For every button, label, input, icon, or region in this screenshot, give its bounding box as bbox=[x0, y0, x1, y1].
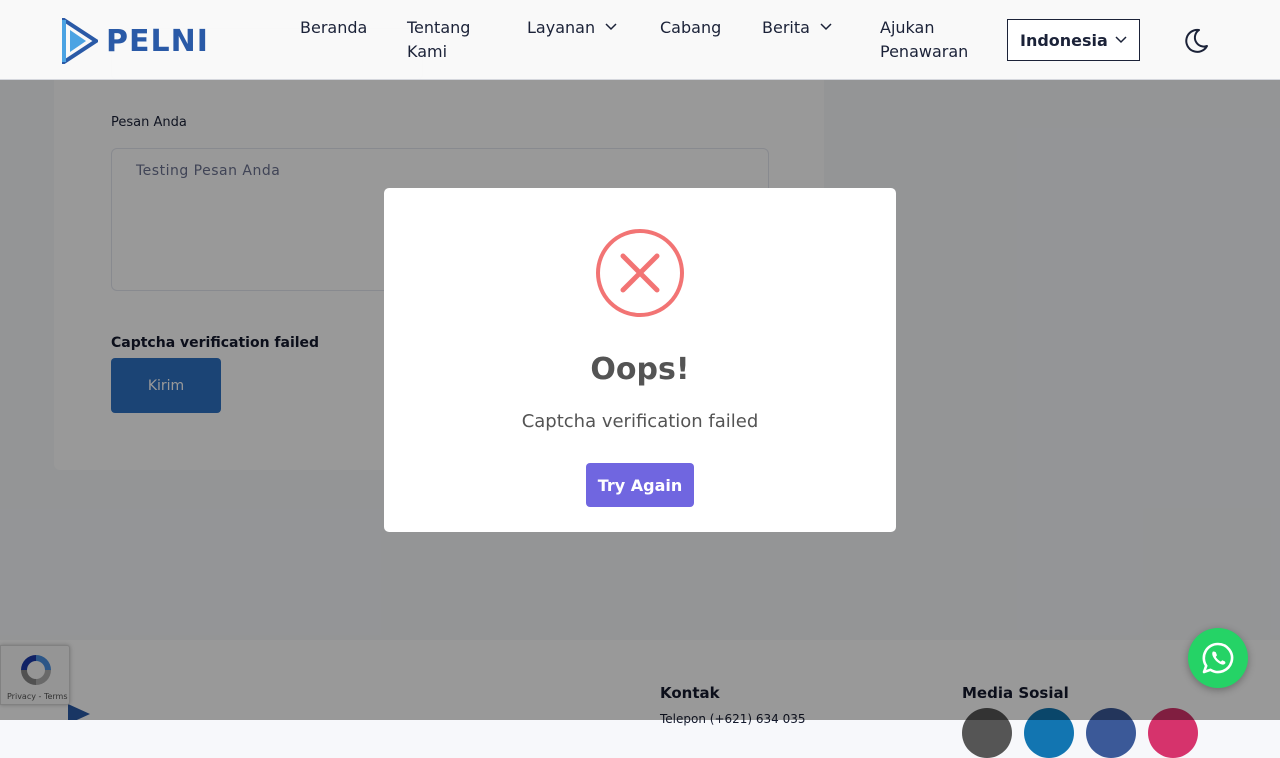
chevron-down-icon bbox=[820, 23, 832, 31]
error-x-icon bbox=[596, 229, 684, 317]
pelni-logo[interactable]: PELNI bbox=[62, 18, 209, 64]
nav-berita[interactable]: Berita bbox=[762, 16, 832, 40]
nav-ajukan-penawaran[interactable]: Ajukan Penawaran bbox=[880, 16, 980, 64]
language-select[interactable]: Indonesia bbox=[1007, 19, 1140, 61]
nav-tentang-kami[interactable]: Tentang Kami bbox=[407, 16, 487, 64]
site-header: PELNI Beranda Tentang Kami Layanan Caban… bbox=[0, 0, 1280, 80]
nav-layanan-label: Layanan bbox=[527, 18, 596, 37]
nav-berita-label: Berita bbox=[762, 18, 810, 37]
nav-layanan[interactable]: Layanan bbox=[527, 16, 617, 40]
chevron-down-icon bbox=[1115, 36, 1127, 44]
modal-message: Captcha verification failed bbox=[521, 411, 759, 432]
nav-beranda[interactable]: Beranda bbox=[300, 16, 367, 40]
whatsapp-button[interactable] bbox=[1188, 628, 1248, 688]
whatsapp-icon bbox=[1202, 642, 1234, 674]
modal-title: Oops! bbox=[590, 352, 690, 387]
try-again-button[interactable]: Try Again bbox=[586, 463, 694, 507]
chevron-down-icon bbox=[605, 23, 617, 31]
moon-icon[interactable] bbox=[1182, 27, 1210, 55]
pelni-logo-icon bbox=[62, 18, 98, 64]
error-modal: Oops! Captcha verification failed Try Ag… bbox=[384, 188, 896, 532]
logo-text: PELNI bbox=[106, 23, 209, 59]
nav-cabang[interactable]: Cabang bbox=[660, 16, 721, 40]
language-value: Indonesia bbox=[1020, 30, 1108, 50]
